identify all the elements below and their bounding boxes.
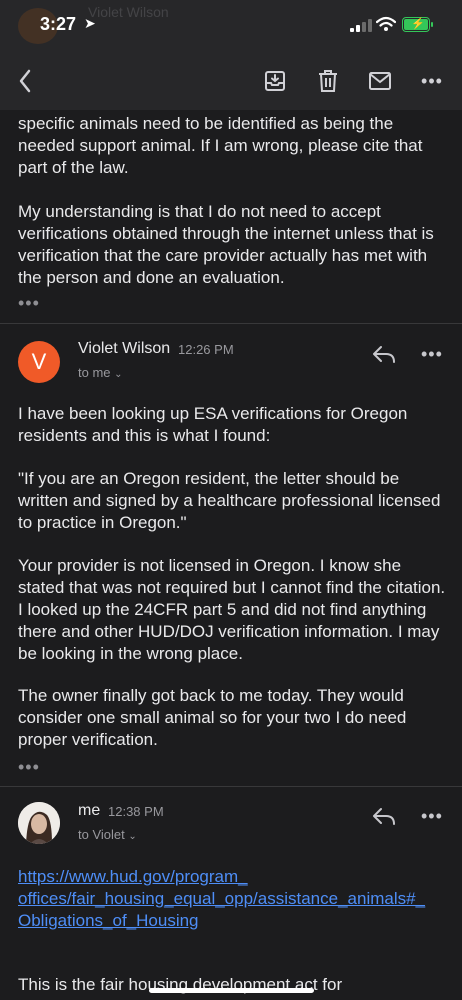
back-button[interactable] (10, 66, 40, 96)
recipients-toggle[interactable]: to Violet ⌄ (78, 827, 137, 842)
archive-icon (265, 71, 285, 91)
profile-photo-icon (18, 802, 60, 844)
email-paragraph: Your provider is not licensed in Oregon.… (18, 556, 446, 663)
avatar-letter: V (31, 349, 47, 374)
chevron-left-icon (19, 69, 31, 93)
avatar: V (18, 341, 60, 383)
toolbar: ••• (0, 58, 462, 104)
wifi-icon (375, 16, 397, 37)
home-indicator[interactable] (149, 988, 314, 993)
cellular-signal-icon (350, 19, 372, 32)
mark-unread-button[interactable] (365, 66, 395, 96)
archive-button[interactable] (260, 66, 290, 96)
sender-name: me (78, 802, 101, 819)
reply-icon[interactable] (370, 806, 398, 831)
show-quoted-text-button[interactable]: ••• (18, 294, 40, 312)
status-bar: 3:27 ➤ ⚡ (0, 0, 462, 52)
more-icon: ••• (421, 70, 443, 91)
chevron-down-icon: ⌄ (128, 831, 137, 842)
divider (0, 323, 462, 324)
link-line[interactable]: Obligations_of_Housing (18, 910, 448, 932)
chevron-down-icon: ⌄ (114, 369, 123, 380)
divider (0, 786, 462, 787)
email-time: 12:38 PM (108, 804, 164, 819)
hud-link[interactable]: https://www.hud.gov/program_ offices/fai… (18, 866, 448, 932)
email-paragraph: specific animals need to be identified a… (18, 114, 423, 177)
location-arrow-icon: ➤ (84, 15, 96, 31)
link-line[interactable]: offices/fair_housing_equal_opp/assistanc… (18, 888, 448, 910)
battery-icon: ⚡ (402, 17, 433, 32)
sender-name: Violet Wilson (78, 340, 171, 357)
more-icon[interactable]: ••• (421, 806, 443, 827)
link-line[interactable]: https://www.hud.gov/program_ (18, 866, 448, 888)
recipients-label: to Violet (78, 827, 125, 842)
email-time: 12:26 PM (178, 342, 234, 357)
trash-icon (319, 70, 337, 92)
more-icon[interactable]: ••• (421, 344, 443, 365)
more-options-button[interactable]: ••• (417, 66, 447, 96)
clock: 3:27 (40, 14, 77, 34)
recipients-label: to me (78, 365, 111, 380)
email-paragraph: My understanding is that I do not need t… (18, 202, 434, 287)
avatar (18, 802, 60, 844)
email-paragraph: "If you are an Oregon resident, the lett… (18, 469, 441, 532)
delete-button[interactable] (313, 66, 343, 96)
email-paragraph: I have been looking up ESA verifications… (18, 404, 408, 445)
reply-icon[interactable] (370, 344, 398, 369)
envelope-icon (369, 72, 391, 90)
show-quoted-text-button[interactable]: ••• (18, 758, 40, 776)
email-paragraph: The owner finally got back to me today. … (18, 686, 407, 749)
recipients-toggle[interactable]: to me ⌄ (78, 365, 123, 380)
